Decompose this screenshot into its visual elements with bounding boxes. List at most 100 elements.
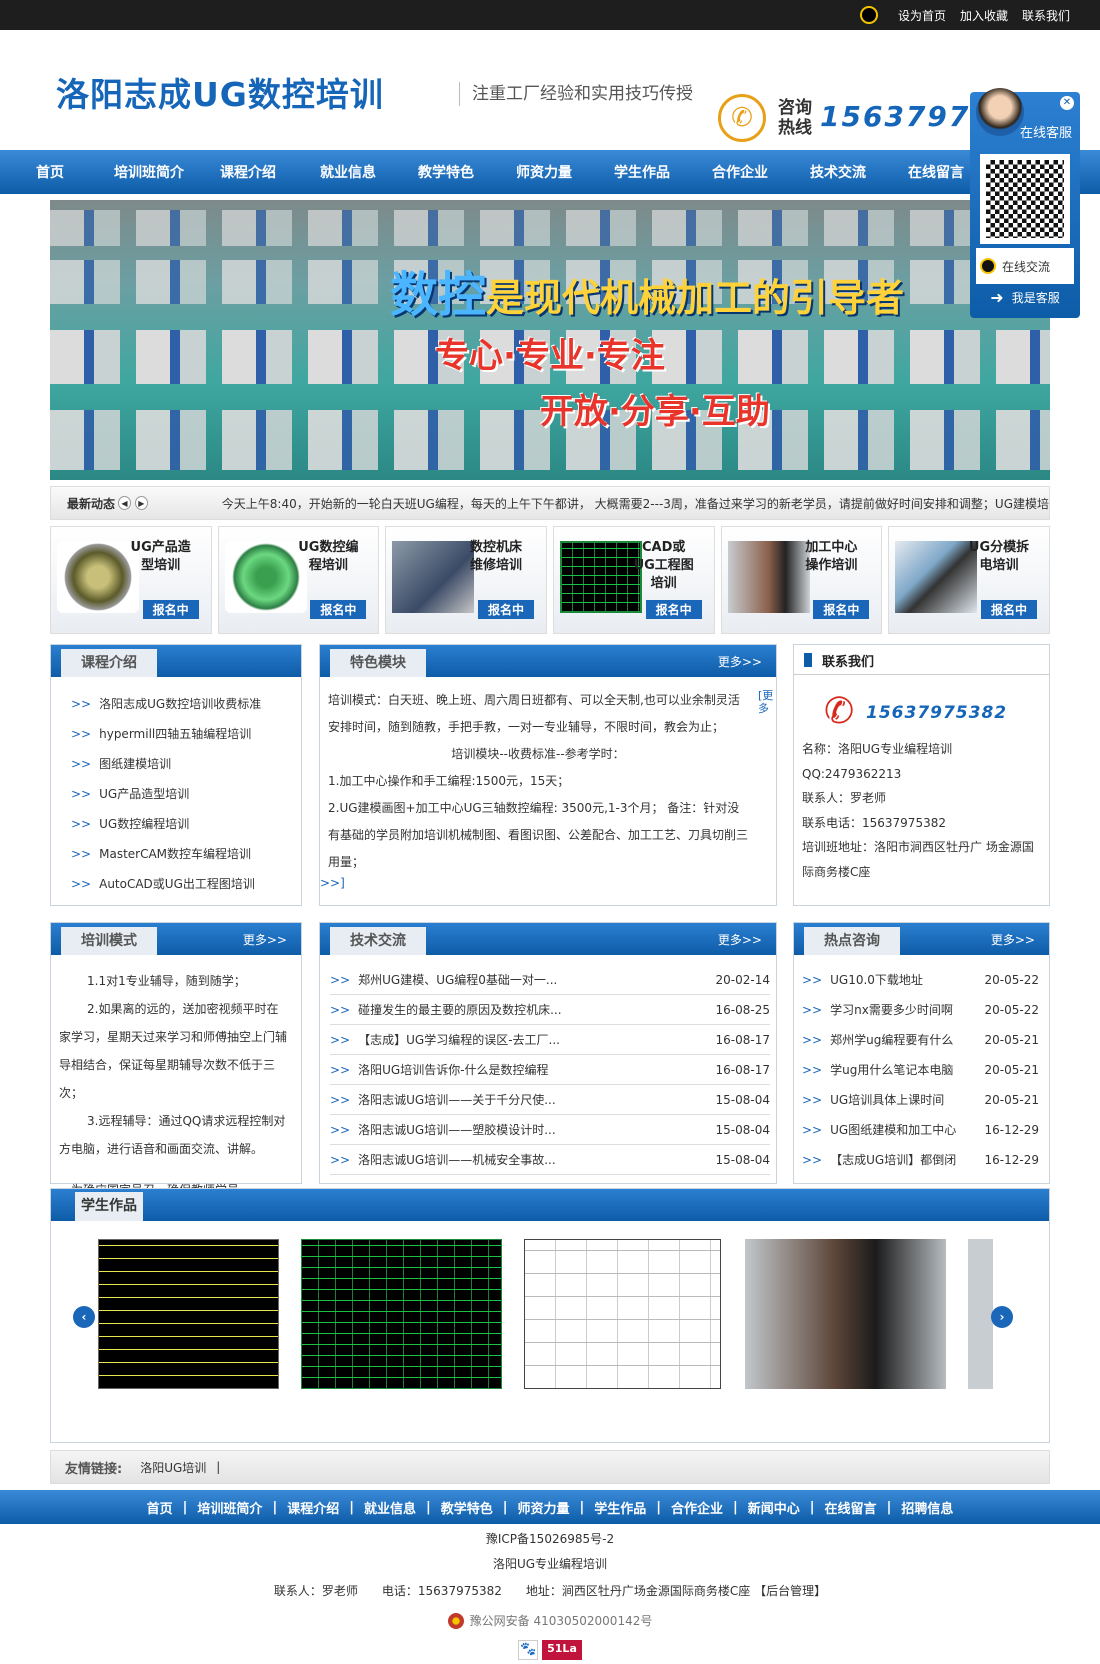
nav-tech[interactable]: 技术交流 [810, 162, 866, 182]
course-card[interactable]: UG数控编程培训 报名中 [217, 526, 380, 634]
prev-arrow-icon[interactable]: ‹ [73, 1306, 95, 1328]
enroll-button[interactable]: 报名中 [310, 600, 367, 619]
paw-icon[interactable]: 🐾 [518, 1640, 539, 1660]
more-link[interactable]: 更多>> [243, 931, 287, 948]
list-item[interactable]: >> 郑州学ug编程要有什么 20-05-21 [802, 1025, 1039, 1055]
nav-intro[interactable]: 培训班简介 [114, 162, 184, 182]
police-record[interactable]: 豫公网安备 41030502000142号 [0, 1612, 1100, 1629]
cad-drawing-image [560, 541, 643, 613]
nav-home[interactable]: 首页 [36, 162, 64, 182]
list-item[interactable]: >> 洛阳志诚UG培训——关于千分尺使... 15-08-04 [330, 1085, 770, 1115]
list-item[interactable]: >> UG产品造型培训 [71, 779, 281, 809]
nav-partners[interactable]: 合作企业 [712, 162, 768, 182]
work-thumbnail[interactable] [745, 1239, 946, 1389]
work-thumbnail[interactable] [98, 1239, 279, 1389]
stat-badge[interactable]: 51La [542, 1640, 582, 1660]
tech-title: 技术交流 [330, 927, 426, 955]
footer-link[interactable]: 合作企业 [671, 1498, 723, 1517]
customer-service-widget: ✕ 在线客服 在线交流 ➜ 我是客服 [970, 88, 1080, 318]
contact-tel: 联系电话：15637975382 [802, 815, 946, 830]
friend-link[interactable]: 洛阳UG培训 [140, 1459, 206, 1476]
mold-image [895, 541, 978, 613]
footer-link[interactable]: 招聘信息 [901, 1498, 953, 1517]
site-logo[interactable]: 洛阳志成UG数控培训 [56, 68, 384, 116]
enroll-button[interactable]: 报名中 [981, 600, 1038, 619]
courses-title: 课程介绍 [61, 649, 157, 677]
next-arrow-icon[interactable]: ▶ [134, 496, 148, 510]
list-item[interactable]: >> 洛阳志诚UG培训——机械安全事故... 15-08-04 [330, 1145, 770, 1175]
work-thumbnail[interactable] [968, 1239, 993, 1389]
prev-arrow-icon[interactable]: ◀ [117, 496, 131, 510]
contact-person: 联系人：罗老师 [802, 791, 887, 805]
work-thumbnail[interactable] [301, 1239, 502, 1389]
nav-jobs[interactable]: 就业信息 [320, 162, 376, 182]
list-item[interactable]: >> UG10.0下载地址 20-05-22 [802, 965, 1039, 995]
course-card[interactable]: UG分模拆电培训 报名中 [888, 526, 1051, 634]
enroll-button[interactable]: 报名中 [813, 600, 870, 619]
close-icon[interactable]: ✕ [1060, 96, 1074, 110]
nav-works[interactable]: 学生作品 [614, 162, 670, 182]
list-item[interactable]: >> 【志成】UG学习编程的误区-去工厂... 16-08-17 [330, 1025, 770, 1055]
list-item[interactable]: >> 洛阳志诚UG培训——塑胶模设计时... 15-08-04 [330, 1115, 770, 1145]
enroll-button[interactable]: 报名中 [142, 600, 199, 619]
list-item[interactable]: >> 碰撞发生的最主要的原因及数控机床... 16-08-25 [330, 995, 770, 1025]
nav-message[interactable]: 在线留言 [908, 162, 964, 182]
more-link[interactable]: 更多>> [991, 931, 1035, 948]
courses-panel: 课程介绍 >> 洛阳志成UG数控培训收费标准 >> hypermill四轴五轴编程培… [50, 644, 302, 906]
list-item[interactable]: >> 学习nx需要多少时间啊 20-05-22 [802, 995, 1039, 1025]
hero-banner[interactable]: 数控是现代机械加工的引导者 专心·专业·专注 开放·分享·互助 [50, 200, 1050, 480]
contact-link[interactable]: 联系我们 [1022, 7, 1070, 24]
footer-site-name: 洛阳UG专业编程培训 [492, 1557, 608, 1571]
nav-teaching[interactable]: 教学特色 [418, 162, 474, 182]
features-more-link[interactable]: >>] [320, 876, 345, 890]
footer-link[interactable]: 课程介绍 [287, 1498, 339, 1517]
contact-address: 培训班地址：洛阳市涧西区牡丹广 场金源国际商务楼C座 [802, 840, 1034, 879]
footer-link[interactable]: 在线留言 [825, 1498, 877, 1517]
list-item[interactable]: >> hypermill四轴五轴编程培训 [71, 719, 281, 749]
list-item[interactable]: >> UG培训具体上课时间 20-05-21 [802, 1085, 1039, 1115]
list-item[interactable]: >> 图纸建模培训 [71, 749, 281, 779]
course-card[interactable]: 加工中心操作培训 报名中 [720, 526, 883, 634]
footer-link[interactable]: 师资力量 [517, 1498, 569, 1517]
set-home-link[interactable]: 设为首页 [898, 7, 946, 24]
footer-link[interactable]: 新闻中心 [748, 1498, 800, 1517]
qq-icon[interactable] [859, 6, 878, 24]
enroll-button[interactable]: 报名中 [478, 600, 535, 619]
list-item[interactable]: >> AutoCAD或UG出工程图培训 [71, 869, 281, 899]
footer-contact: 联系人：罗老师 电话：15637975382 地址：涧西区牡丹广场金源国际商务楼… [273, 1584, 827, 1598]
footer-link[interactable]: 培训班简介 [197, 1498, 262, 1517]
footer-link[interactable]: 学生作品 [594, 1498, 646, 1517]
features-subtitle: 培训模块--收费标准--参考学时： [451, 747, 625, 761]
nav-teachers[interactable]: 师资力量 [516, 162, 572, 182]
more-link[interactable]: 更多>> [718, 931, 762, 948]
footer-link[interactable]: 就业信息 [364, 1498, 416, 1517]
course-card[interactable]: CAD或UG工程图培训 报名中 [553, 526, 715, 634]
icp-number[interactable]: 豫ICP备15026985号-2 [0, 1530, 1100, 1547]
wheel-image [57, 541, 139, 613]
online-chat-button[interactable]: 在线交流 [976, 248, 1074, 284]
list-item[interactable]: >> 学ug用什么笔记本电脑 20-05-21 [802, 1055, 1039, 1085]
list-item[interactable]: >> 洛阳UG培训告诉你-什么是数控编程 16-08-17 [330, 1055, 770, 1085]
i-am-service-button[interactable]: ➜ 我是客服 [970, 288, 1080, 307]
list-item[interactable]: >> 郑州UG建模、UG编程0基础一对一... 20-02-14 [330, 965, 770, 995]
course-card[interactable]: UG产品造型培训 报名中 [50, 526, 212, 634]
list-item[interactable]: >> MasterCAM数控车编程培训 [71, 839, 281, 869]
list-item[interactable]: >> 【志成UG培训】都倒闭 16-12-29 [802, 1145, 1039, 1175]
course-card[interactable]: 数控机床维修培训 报名中 [385, 526, 548, 634]
bookmark-link[interactable]: 加入收藏 [960, 7, 1008, 24]
next-arrow-icon[interactable]: › [991, 1306, 1013, 1328]
more-link[interactable]: 更多>> [718, 653, 762, 670]
police-text: 豫公网安备 41030502000142号 [469, 1614, 653, 1628]
card-title: CAD或UG工程图培训 [633, 540, 694, 591]
list-item[interactable]: >> UG图纸建模和加工中心 16-12-29 [802, 1115, 1039, 1145]
list-item[interactable]: >> 洛阳志成UG数控培训收费标准 [71, 689, 281, 719]
list-item[interactable]: >> UG数控编程培训 [71, 809, 281, 839]
footer-link[interactable]: 首页 [147, 1498, 173, 1517]
footer-link[interactable]: 教学特色 [441, 1498, 493, 1517]
side-more-link[interactable]: [更多 [758, 689, 773, 715]
nav-courses[interactable]: 课程介绍 [220, 162, 276, 182]
work-thumbnail[interactable] [524, 1239, 721, 1389]
news-text[interactable]: 今天上午8:40，开始新的一轮白天班UG编程，每天的上午下午都讲， 大概需要2-… [222, 495, 1049, 512]
enroll-button[interactable]: 报名中 [645, 600, 702, 619]
card-title: 加工中心操作培训 [805, 540, 858, 573]
